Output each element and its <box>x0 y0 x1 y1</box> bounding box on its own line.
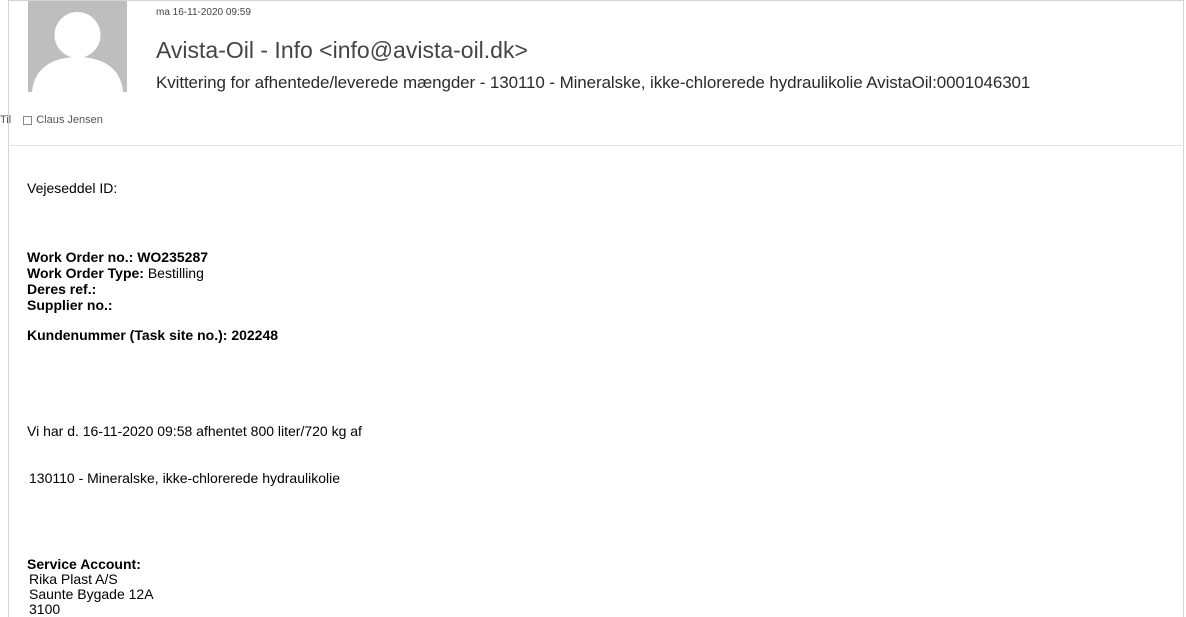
work-order-type-line: Work Order Type: Bestilling <box>27 265 204 281</box>
supplier-label: Supplier no.: <box>27 297 113 313</box>
service-account-label: Service Account: <box>27 556 141 572</box>
email-reading-pane: ma 16-11-2020 09:59 Avista-Oil - Info <i… <box>8 0 1184 617</box>
checkbox-icon[interactable] <box>23 115 33 125</box>
kundenummer-line: Kundenummer (Task site no.): 202248 <box>27 327 278 343</box>
work-order-value: WO235287 <box>137 249 209 265</box>
avatar <box>28 1 127 92</box>
kundenummer-label: Kundenummer (Task site no.): <box>27 327 228 343</box>
recipient-name[interactable]: Claus Jensen <box>36 114 103 126</box>
address-name: Rika Plast A/S <box>29 571 118 587</box>
sender-name[interactable]: Avista-Oil - Info <info@avista-oil.dk> <box>156 37 528 64</box>
sent-date: ma 16-11-2020 09:59 <box>156 7 251 18</box>
kundenummer-value: 202248 <box>231 327 279 343</box>
to-label: Til <box>0 114 12 126</box>
recipients-row: Til Claus Jensen <box>0 114 103 126</box>
person-silhouette-icon <box>28 1 127 92</box>
product-text: 130110 - Mineralske, ikke-chlorerede hyd… <box>29 470 341 486</box>
deres-ref-label: Deres ref.: <box>27 281 97 297</box>
work-order-label: Work Order no.: <box>27 249 134 265</box>
header-divider <box>8 145 1184 146</box>
work-order-line: Work Order no.: WO235287 <box>27 249 208 265</box>
work-order-type-value: Bestilling <box>147 265 204 281</box>
pickup-text: Vi har d. 16-11-2020 09:58 afhentet 800 … <box>27 423 362 439</box>
address-street: Saunte Bygade 12A <box>29 586 154 602</box>
email-subject: Kvittering for afhentede/leverede mængde… <box>156 73 1031 92</box>
address-zip: 3100 <box>29 601 61 617</box>
vejeseddel-label: Vejeseddel ID: <box>27 180 118 196</box>
work-order-type-label: Work Order Type: <box>27 265 144 281</box>
